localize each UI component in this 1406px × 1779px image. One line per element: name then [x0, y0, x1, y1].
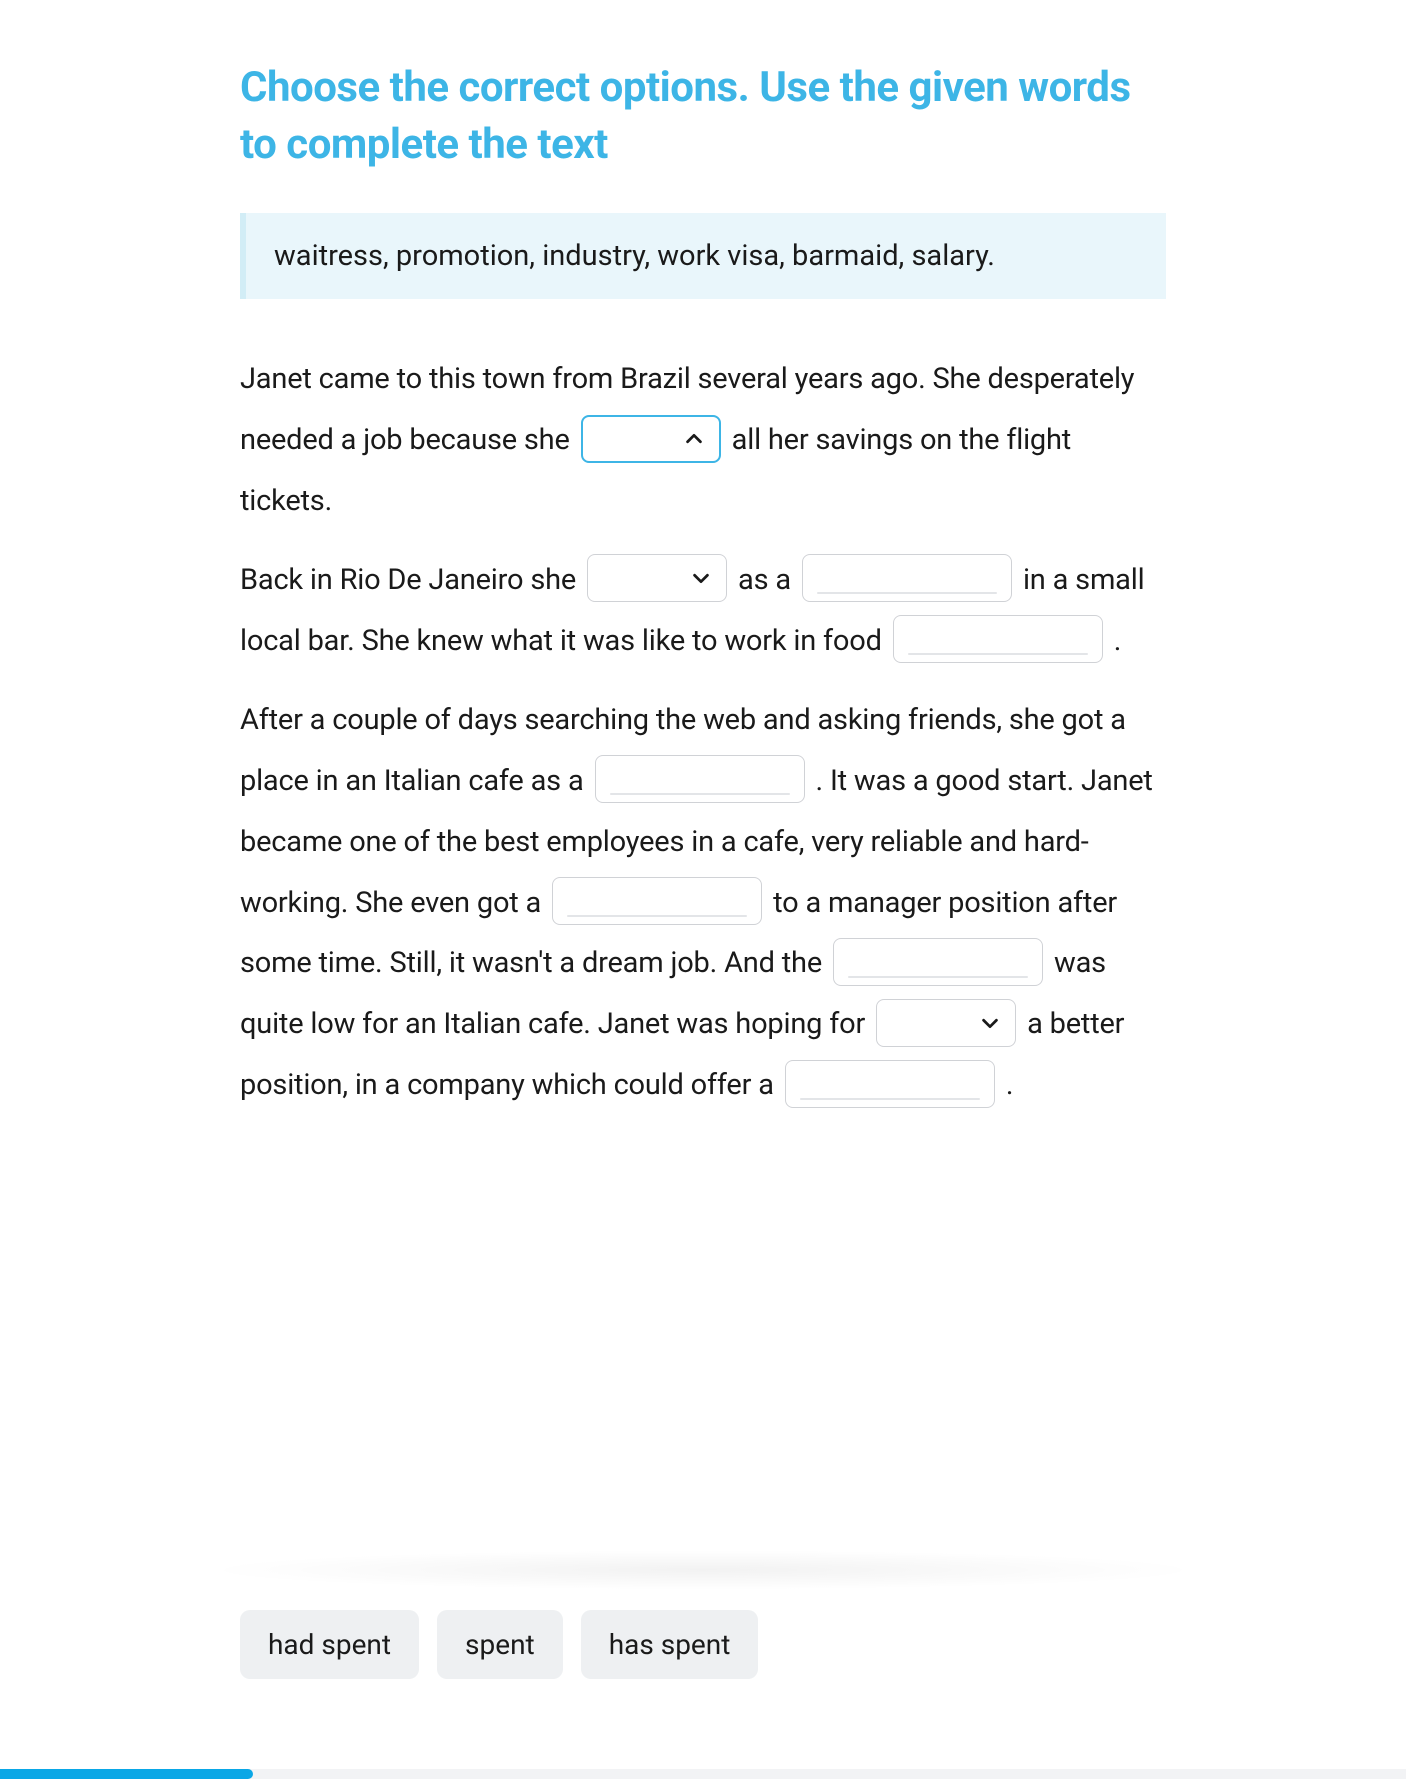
chevron-up-icon: [683, 428, 705, 450]
blank-input-6[interactable]: [552, 877, 762, 925]
text: as a: [738, 563, 798, 597]
page-title: Choose the correct options. Use the give…: [240, 60, 1166, 173]
blank-select-8[interactable]: [876, 999, 1016, 1047]
option-chip[interactable]: had spent: [240, 1610, 419, 1679]
chevron-down-icon: [979, 1012, 1001, 1034]
progress-fill: [0, 1769, 253, 1779]
blank-input-7[interactable]: [833, 938, 1043, 986]
option-chip[interactable]: spent: [437, 1610, 563, 1679]
blank-input-3[interactable]: [802, 554, 1012, 602]
blank-select-2[interactable]: [587, 554, 727, 602]
progress-bar: [0, 1769, 1406, 1779]
passage: Janet came to this town from Brazil seve…: [240, 349, 1166, 1116]
blank-input-9[interactable]: [785, 1060, 995, 1108]
blank-input-5[interactable]: [595, 755, 805, 803]
blank-select-1[interactable]: [581, 415, 721, 463]
text: Back in Rio De Janeiro she: [240, 563, 583, 597]
exercise-page: Choose the correct options. Use the give…: [0, 0, 1406, 1116]
text: .: [1114, 624, 1121, 658]
answer-shelf: had spent spent has spent: [0, 1610, 1406, 1739]
blank-input-4[interactable]: [893, 615, 1103, 663]
chevron-down-icon: [690, 567, 712, 589]
paragraph-3: After a couple of days searching the web…: [240, 690, 1166, 1116]
word-bank: waitress, promotion, industry, work visa…: [240, 213, 1166, 299]
option-chip[interactable]: has spent: [581, 1610, 759, 1679]
answer-shelf-container: had spent spent has spent: [0, 1550, 1406, 1739]
paragraph-1: Janet came to this town from Brazil seve…: [240, 349, 1166, 532]
shelf-shadow: [200, 1550, 1206, 1590]
paragraph-2: Back in Rio De Janeiro she as a in a sma…: [240, 550, 1166, 672]
text: .: [1006, 1068, 1013, 1102]
